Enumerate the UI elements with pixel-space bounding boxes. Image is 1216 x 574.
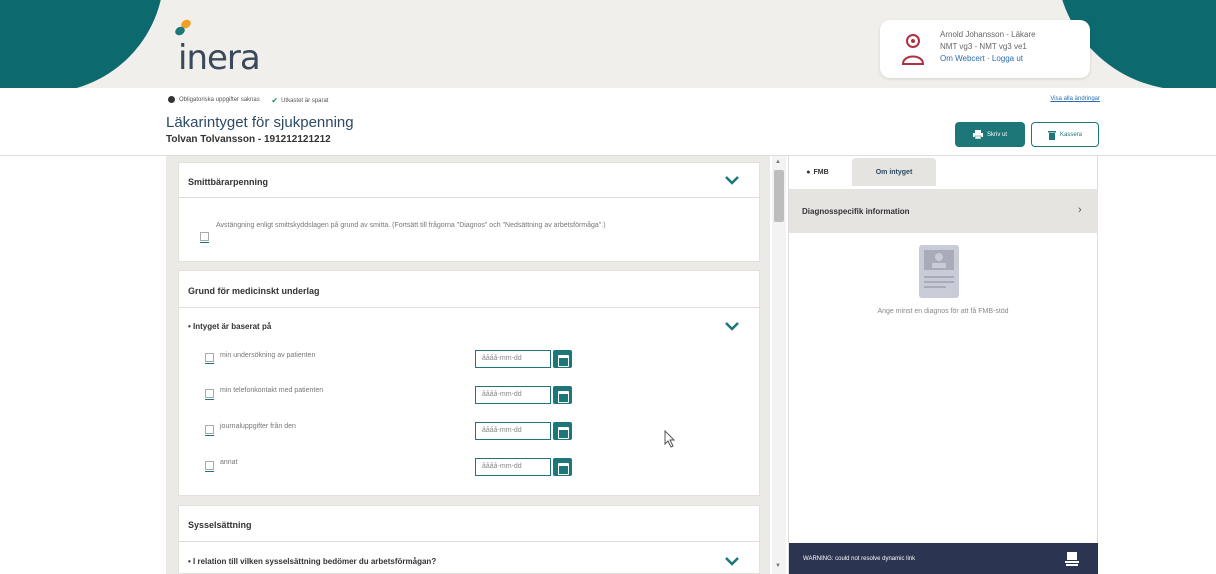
syssel-title: Sysselsättning	[188, 520, 252, 530]
grund-separator	[178, 307, 760, 308]
user-unit: NMT vg3 - NMT vg3 ve1	[940, 42, 1027, 51]
info-icon	[168, 96, 175, 103]
calendar-icon[interactable]	[553, 350, 572, 368]
inera-logo[interactable]: inera	[170, 18, 261, 78]
date-input[interactable]: åååå-mm-dd	[475, 350, 551, 368]
diagnosis-info-label: Diagnosspecifik information	[802, 207, 910, 216]
trash-icon	[1047, 130, 1056, 140]
basis-checkbox-annat[interactable]	[205, 461, 214, 472]
missing-fields-status[interactable]: Obligatoriska uppgifter saknas	[168, 96, 260, 103]
tab-fmb[interactable]: ● FMB	[790, 158, 845, 186]
patient-info: Tolvan Tolvansson - 191212121212	[166, 134, 331, 145]
scrollbar-thumb[interactable]	[774, 170, 784, 222]
user-name: Arnold Johansson - Läkare	[940, 30, 1036, 39]
tab-fmb-label: FMB	[813, 168, 829, 176]
print-label: Skriv ut	[986, 131, 1007, 138]
tab-om-label: Om intyget	[875, 168, 913, 176]
smitt-description: Avstängning enligt smittskyddslagen på g…	[216, 222, 606, 229]
basis-checkbox-undersokning[interactable]	[205, 353, 214, 364]
smitt-title: Smittbärarpenning	[188, 177, 269, 187]
basis-checkbox-telefon[interactable]	[205, 389, 214, 400]
logout-link[interactable]: Logga ut	[992, 54, 1023, 63]
missing-fields-text: Obligatoriska uppgifter saknas	[179, 96, 260, 103]
user-doctor-icon	[901, 34, 925, 65]
basis-checkbox-journal[interactable]	[205, 425, 214, 436]
calendar-icon[interactable]	[553, 458, 572, 476]
calendar-icon[interactable]	[553, 422, 572, 440]
chevron-down-icon[interactable]	[725, 556, 739, 566]
discard-button[interactable]: Kassera	[1031, 122, 1099, 147]
about-link[interactable]: Om Webcert	[940, 54, 985, 63]
date-input[interactable]: åååå-mm-dd	[475, 386, 551, 404]
chevron-right-icon: ›	[1078, 204, 1082, 216]
date-input[interactable]: åååå-mm-dd	[475, 458, 551, 476]
grund-question: • Intyget är baserat på	[188, 322, 271, 331]
date-input[interactable]: åååå-mm-dd	[475, 422, 551, 440]
fmb-empty-note: Ange minst en diagnos för att få FMB-stö…	[877, 308, 1009, 315]
warning-bar: WARNING: could not resolve dynamic link	[789, 543, 1098, 574]
basis-label: min undersökning av patienten	[220, 352, 316, 359]
basis-label: annat	[220, 459, 238, 466]
basis-label: journaluppgifter från den	[220, 423, 296, 430]
scroll-down-arrow-icon[interactable]: ▼	[775, 563, 781, 569]
syssel-question: • I relation till vilken sysselsättning …	[188, 557, 436, 566]
saved-status: ✔ Utkastet är sparat	[271, 96, 328, 105]
show-changes-link[interactable]: Visa alla ändringar	[1050, 96, 1100, 102]
grund-question-text: Intyget är baserat på	[193, 322, 272, 331]
logo-mark-icon	[175, 19, 191, 36]
scroll-up-arrow-icon[interactable]: ▲	[775, 159, 781, 165]
calendar-icon[interactable]	[553, 386, 572, 404]
print-button[interactable]: Skriv ut	[955, 122, 1025, 147]
chevron-down-icon[interactable]	[725, 321, 739, 331]
chevron-down-icon[interactable]	[725, 175, 739, 185]
syssel-question-text: I relation till vilken sysselsättning be…	[193, 557, 437, 566]
page-title: Läkarintyget för sjukpenning	[166, 114, 354, 131]
syssel-separator	[178, 541, 760, 542]
check-icon: ✔	[271, 96, 279, 105]
basis-label: min telefonkontakt med patienten	[220, 387, 324, 394]
doctor-badge-icon	[1065, 552, 1079, 566]
user-card: Arnold Johansson - Läkare NMT vg3 - NMT …	[880, 20, 1090, 78]
logo-text: inera	[178, 38, 261, 78]
tab-om-intyget[interactable]: Om intyget	[852, 158, 936, 186]
discard-label: Kassera	[1059, 131, 1082, 138]
app-header: inera Arnold Johansson - Läkare NMT vg3 …	[0, 0, 1216, 88]
grund-panel	[178, 270, 760, 496]
grund-title: Grund för medicinskt underlag	[188, 286, 320, 296]
document-illustration-icon	[919, 245, 959, 298]
lightbulb-icon: ●	[806, 168, 811, 176]
printer-icon	[972, 130, 983, 139]
mouse-cursor-icon	[664, 430, 676, 448]
smitt-checkbox[interactable]	[200, 232, 209, 243]
smitt-separator	[178, 197, 760, 198]
brand-swoosh-left	[0, 0, 180, 88]
warning-text[interactable]: WARNING: could not resolve dynamic link	[803, 556, 915, 562]
status-row: Obligatoriska uppgifter saknas ✔ Utkaste…	[168, 96, 1100, 108]
saved-text: Utkastet är sparat	[281, 97, 329, 104]
